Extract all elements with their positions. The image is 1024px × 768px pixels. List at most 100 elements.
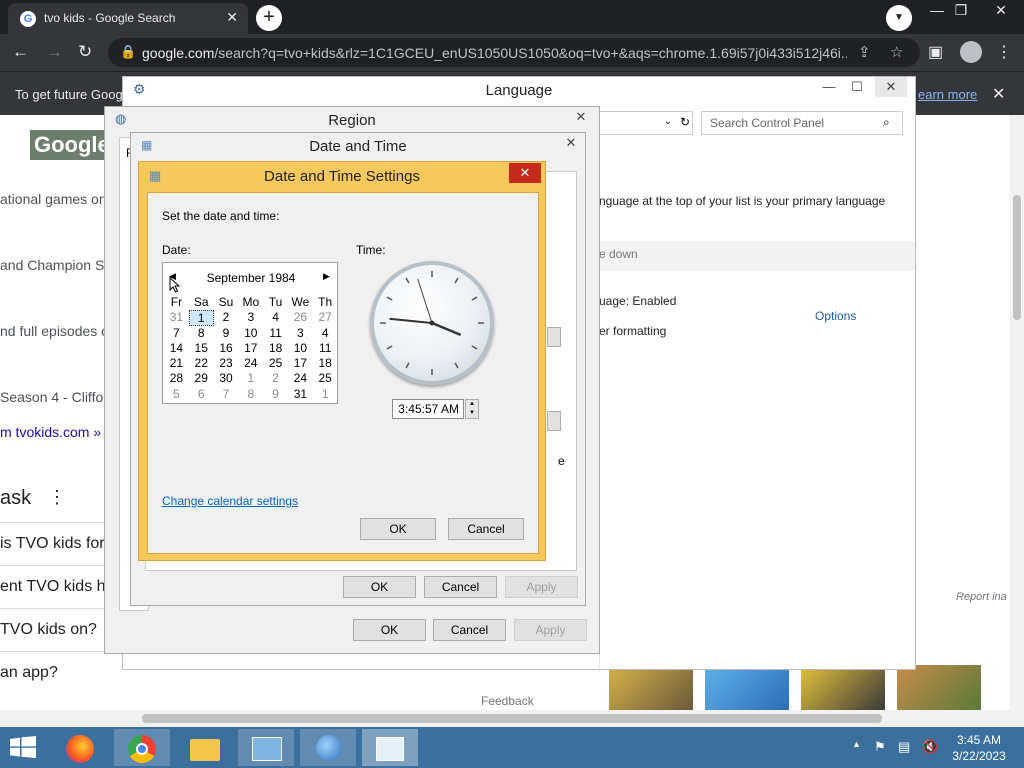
calendar-month-title[interactable]: September 1984 [163,271,339,285]
video-thumbnail[interactable] [609,665,693,710]
back-icon[interactable]: ← [12,42,29,62]
taskbar-clock[interactable]: 3:45 AM 3/22/2023 [946,732,1012,764]
cancel-button[interactable]: Cancel [448,518,524,540]
next-month-icon[interactable]: ▶ [323,271,330,282]
calendar-day[interactable]: 24 [238,356,263,371]
calendar-day[interactable]: 3 [238,310,263,325]
calendar-day[interactable]: 3 [288,326,313,341]
calendar-day[interactable]: 2 [263,371,288,386]
video-thumbnail[interactable] [801,665,885,710]
google-logo[interactable]: Google [30,130,110,160]
calendar-day[interactable]: 31 [164,310,189,325]
file-explorer-taskbar-icon[interactable] [176,729,232,766]
calendar-day[interactable]: 9 [214,326,239,341]
move-down-link[interactable]: e down [599,247,638,261]
horizontal-scrollbar[interactable] [0,710,1010,727]
calendar-day[interactable]: 10 [288,341,313,356]
info-bar-close-icon[interactable]: ✕ [992,84,1005,104]
search-control-panel-input[interactable]: Search Control Panel [701,111,903,135]
spin-up-icon[interactable]: ▲ [466,400,478,409]
more-options-icon[interactable]: ⋮ [48,487,66,508]
calendar-day[interactable]: 15 [189,341,214,356]
calendar-day[interactable]: 17 [238,341,263,356]
calendar-day[interactable]: 29 [189,371,214,386]
volume-muted-icon[interactable]: 🔇 [922,739,938,755]
spin-down-icon[interactable]: ▼ [466,409,478,418]
chevron-down-icon[interactable]: ⌄ [664,116,672,127]
url-text[interactable]: google.com/search?q=tvo+kids&rlz=1C1GCEU… [142,45,847,61]
bookmark-star-icon[interactable]: ☆ [890,43,903,61]
calendar-day[interactable]: 1 [188,310,214,326]
new-tab-button[interactable]: + [256,5,282,31]
apply-button[interactable]: Apply [505,576,578,598]
time-input[interactable]: 3:45:57 AM [392,399,464,419]
close-icon[interactable]: ✕ [565,107,597,127]
calendar-day[interactable]: 26 [288,310,313,325]
refresh-icon[interactable]: ↻ [680,115,690,129]
show-hidden-icons-icon[interactable]: ▲ [852,739,861,749]
share-icon[interactable]: ⇪ [858,43,871,61]
calendar-day[interactable]: 18 [263,341,288,356]
forward-icon[interactable]: → [46,42,63,62]
ok-button[interactable]: OK [343,576,416,598]
cancel-button[interactable]: Cancel [433,619,506,641]
network-icon[interactable]: ▤ [898,739,910,755]
calendar-day[interactable]: 4 [313,326,338,341]
ok-button[interactable]: OK [360,518,436,540]
calendar-day[interactable]: 25 [263,356,288,371]
options-link[interactable]: Options [815,309,856,323]
calendar-day[interactable]: 30 [214,371,239,386]
close-window-icon[interactable]: ✕ [986,2,1016,19]
menu-kebab-icon[interactable]: ⋮ [996,42,1012,62]
date-time-taskbar-icon[interactable] [362,729,418,766]
calendar-day[interactable]: 25 [313,371,338,386]
browser-tab[interactable]: G tvo kids - Google Search ✕ [8,3,248,34]
report-link[interactable]: Report ina [956,591,1007,603]
reload-icon[interactable]: ↻ [78,42,92,62]
search-icon[interactable]: ⌕ [883,115,890,130]
calendar[interactable]: ◀ September 1984 ▶ Fr Sa Su Mo Tu We Th 31 1 2 3 4 2… [162,262,338,404]
maximize-icon[interactable]: ☐ [841,77,873,97]
close-icon[interactable]: ✕ [555,133,587,153]
ok-button[interactable]: OK [353,619,426,641]
calendar-day[interactable]: 9 [263,387,288,402]
vertical-scrollbar[interactable] [1010,115,1024,727]
calendar-day[interactable]: 2 [214,310,239,325]
cancel-button[interactable]: Cancel [424,576,497,598]
side-panel-icon[interactable]: ▣ [928,42,943,62]
calendar-day[interactable]: 1 [313,387,338,402]
calendar-day[interactable]: 7 [164,326,189,341]
question-item[interactable]: ent TVO kids h [0,578,106,596]
apply-button[interactable]: Apply [514,619,587,641]
scrollbar-thumb[interactable] [1013,195,1021,320]
address-dropdown[interactable]: ⌄ ↻ [599,111,693,135]
calendar-day[interactable]: 4 [263,310,288,325]
chrome-taskbar-icon[interactable] [114,729,170,766]
restore-icon[interactable]: ❐ [946,2,976,19]
calendar-day[interactable]: 7 [214,387,239,402]
more-results-link[interactable]: m tvokids.com » [0,424,101,440]
windows-start-icon[interactable] [10,736,36,758]
calendar-day[interactable]: 17 [288,356,313,371]
video-thumbnail[interactable] [897,665,981,710]
calendar-day[interactable]: 11 [263,326,288,341]
control-panel-taskbar-icon[interactable] [238,729,294,766]
calendar-day[interactable]: 8 [189,326,214,341]
calendar-day[interactable]: 21 [164,356,189,371]
calendar-day[interactable]: 22 [189,356,214,371]
question-item[interactable]: is TVO kids for [0,535,105,553]
calendar-day[interactable]: 18 [313,356,338,371]
profile-avatar-icon[interactable] [960,41,982,63]
calendar-day[interactable]: 31 [288,387,313,402]
close-icon[interactable]: ✕ [875,77,907,97]
close-icon[interactable]: ✕ [509,163,541,183]
calendar-day[interactable]: 27 [313,310,338,325]
calendar-day[interactable]: 23 [214,356,239,371]
close-tab-icon[interactable]: ✕ [226,9,238,26]
firefox-taskbar-icon[interactable] [52,729,108,766]
calendar-day[interactable]: 6 [189,387,214,402]
time-spinner[interactable]: ▲ ▼ [465,399,479,419]
question-item[interactable]: TVO kids on? [0,621,97,639]
video-thumbnail[interactable] [705,665,789,710]
feedback-link[interactable]: Feedback [481,694,534,708]
